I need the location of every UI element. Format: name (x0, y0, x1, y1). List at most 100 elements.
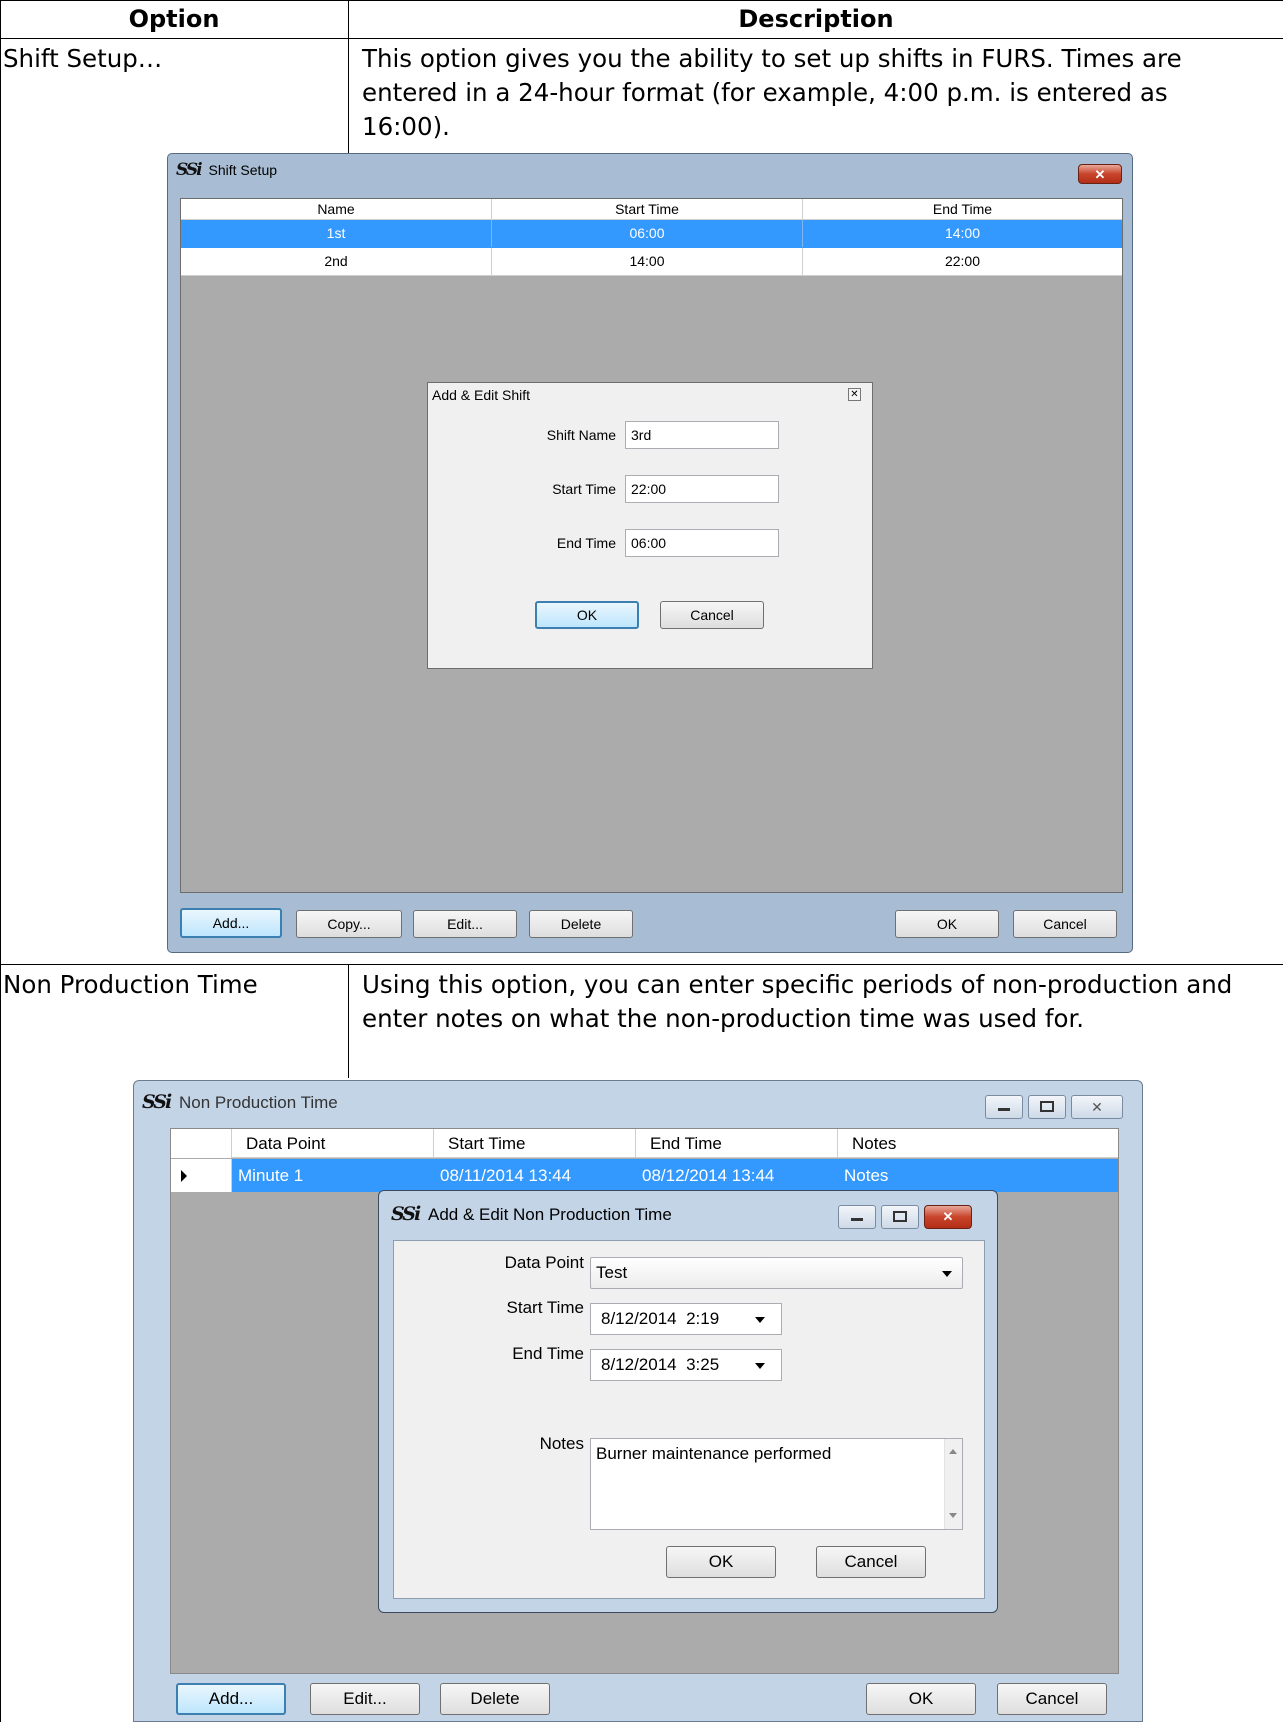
dialog-close-icon[interactable]: ✕ (848, 388, 861, 401)
scroll-up-icon[interactable] (949, 1449, 957, 1454)
cell-start-time: 08/11/2014 13:44 (440, 1166, 572, 1185)
cell-notes: Notes (844, 1166, 889, 1185)
notes-label: Notes (539, 1434, 584, 1453)
table-column-divider-2 (348, 964, 349, 1078)
shift-grid: Name Start Time End Time 1st 06:00 14:00… (180, 198, 1123, 893)
minimize-button[interactable] (985, 1095, 1023, 1119)
description-non-production-time: Using this option, you can enter specifi… (362, 970, 1233, 1033)
add-button[interactable]: Add... (180, 908, 282, 938)
npt-dialog-body: Data Point Test Start Time 8/12/2014 2:1… (393, 1240, 985, 1599)
delete-button[interactable]: Delete (440, 1683, 550, 1715)
start-time-value: 8/12/2014 2:19 (601, 1309, 720, 1328)
minimize-icon (851, 1218, 863, 1221)
data-point-select[interactable]: Test (590, 1257, 963, 1289)
delete-button[interactable]: Delete (529, 910, 633, 938)
add-edit-npt-dialog: SSi Add & Edit Non Production Time ✕ Dat… (378, 1190, 998, 1613)
notes-scrollbar[interactable] (944, 1439, 962, 1529)
dialog-close-button[interactable]: ✕ (924, 1205, 972, 1229)
column-header-name[interactable]: Name (181, 199, 492, 220)
edit-button[interactable]: Edit... (413, 910, 517, 938)
row-selector-header (171, 1129, 232, 1158)
dialog-cancel-button[interactable]: Cancel (816, 1546, 926, 1578)
table-top-border (0, 0, 1283, 1)
header-description: Description (738, 5, 894, 33)
column-header-end-time[interactable]: End Time (803, 199, 1122, 220)
cell-end-time: 14:00 (944, 225, 981, 241)
cancel-button[interactable]: Cancel (997, 1683, 1107, 1715)
table-row[interactable]: Minute 1 08/11/2014 13:44 08/12/2014 13:… (232, 1159, 1118, 1192)
add-button[interactable]: Add... (176, 1683, 286, 1715)
column-header-start-time[interactable]: Start Time (492, 199, 803, 220)
cell-start-time: 14:00 (492, 248, 803, 275)
cell-name: 2nd (181, 248, 492, 275)
ssi-logo-icon: SSi (142, 1091, 172, 1113)
dialog-cancel-button[interactable]: Cancel (660, 601, 764, 629)
data-point-value: Test (596, 1263, 628, 1282)
cell-end-time: 22:00 (944, 253, 981, 269)
header-option: Option (128, 5, 220, 33)
start-time-label: Start Time (552, 481, 616, 497)
maximize-button[interactable] (1028, 1095, 1066, 1119)
cell-end-time: 08/12/2014 13:44 (642, 1166, 775, 1185)
row-selector[interactable] (171, 1159, 232, 1192)
column-header-data-point[interactable]: Data Point (232, 1129, 434, 1158)
shift-setup-titlebar: SSi Shift Setup (176, 160, 1116, 186)
option-non-production-time: Non Production Time (3, 970, 258, 999)
table-header-divider (0, 38, 1283, 39)
cell-start-time: 06:00 (492, 220, 803, 247)
column-header-end-time[interactable]: End Time (636, 1129, 838, 1158)
add-edit-shift-dialog: Add & Edit Shift ✕ Shift Name 3rd Start … (427, 382, 873, 669)
data-point-label: Data Point (504, 1253, 584, 1272)
close-button[interactable]: ✕ (1071, 1095, 1123, 1119)
add-edit-shift-title: Add & Edit Shift (432, 387, 531, 403)
non-production-time-window: SSi Non Production Time ✕ Data Point Sta… (133, 1080, 1143, 1722)
ssi-logo-icon: SSi (391, 1203, 421, 1225)
column-header-notes[interactable]: Notes (838, 1129, 1038, 1158)
dialog-ok-button[interactable]: OK (666, 1546, 776, 1578)
start-time-picker[interactable]: 8/12/2014 2:19 (590, 1303, 782, 1335)
maximize-icon (1040, 1101, 1054, 1112)
ok-button[interactable]: OK (866, 1683, 976, 1715)
notes-textarea[interactable]: Burner maintenance performed (590, 1438, 963, 1530)
option-shift-setup: Shift Setup… (3, 44, 163, 73)
end-time-picker[interactable]: 8/12/2014 3:25 (590, 1349, 782, 1381)
close-icon: ✕ (942, 1209, 954, 1224)
chevron-down-icon (755, 1317, 765, 1323)
table-left-border (0, 0, 1, 1722)
dialog-maximize-button[interactable] (881, 1205, 919, 1229)
shift-name-label: Shift Name (546, 427, 616, 443)
shift-setup-close-button[interactable]: ✕ (1078, 164, 1122, 184)
cell-data-point: Minute 1 (238, 1166, 304, 1185)
close-icon: ✕ (1091, 1099, 1103, 1115)
shift-setup-window: SSi Shift Setup ✕ Name Start Time End Ti… (167, 153, 1133, 953)
shift-name-input[interactable]: 3rd (625, 421, 779, 449)
cancel-button[interactable]: Cancel (1013, 910, 1117, 938)
description-shift-setup: This option gives you the ability to set… (362, 44, 1182, 141)
current-row-arrow-icon (181, 1170, 187, 1182)
ssi-logo-icon: SSi (176, 160, 203, 180)
column-header-start-time[interactable]: Start Time (434, 1129, 636, 1158)
npt-titlebar: SSi Non Production Time (142, 1091, 842, 1119)
minimize-icon (998, 1108, 1010, 1111)
dialog-ok-button[interactable]: OK (535, 601, 639, 629)
start-time-input[interactable]: 22:00 (625, 475, 779, 503)
end-time-label: End Time (512, 1344, 584, 1363)
chevron-down-icon (755, 1363, 765, 1369)
end-time-input[interactable]: 06:00 (625, 529, 779, 557)
end-time-label: End Time (556, 535, 616, 551)
end-time-value: 8/12/2014 3:25 (601, 1355, 720, 1374)
edit-button[interactable]: Edit... (310, 1683, 420, 1715)
cell-name: 1st (181, 220, 492, 247)
table-row[interactable]: 2nd 14:00 22:00 (181, 248, 1122, 276)
npt-dialog-title: Add & Edit Non Production Time (427, 1205, 672, 1224)
maximize-icon (893, 1211, 907, 1222)
copy-button[interactable]: Copy... (296, 910, 402, 938)
scroll-down-icon[interactable] (949, 1513, 957, 1518)
ok-button[interactable]: OK (895, 910, 999, 938)
table-row[interactable]: 1st 06:00 14:00 (181, 220, 1122, 248)
close-icon: ✕ (1094, 167, 1106, 182)
dialog-minimize-button[interactable] (838, 1205, 876, 1229)
table-row-divider (0, 964, 1283, 965)
start-time-label: Start Time (506, 1298, 584, 1317)
npt-dialog-titlebar: SSi Add & Edit Non Production Time (391, 1203, 791, 1229)
